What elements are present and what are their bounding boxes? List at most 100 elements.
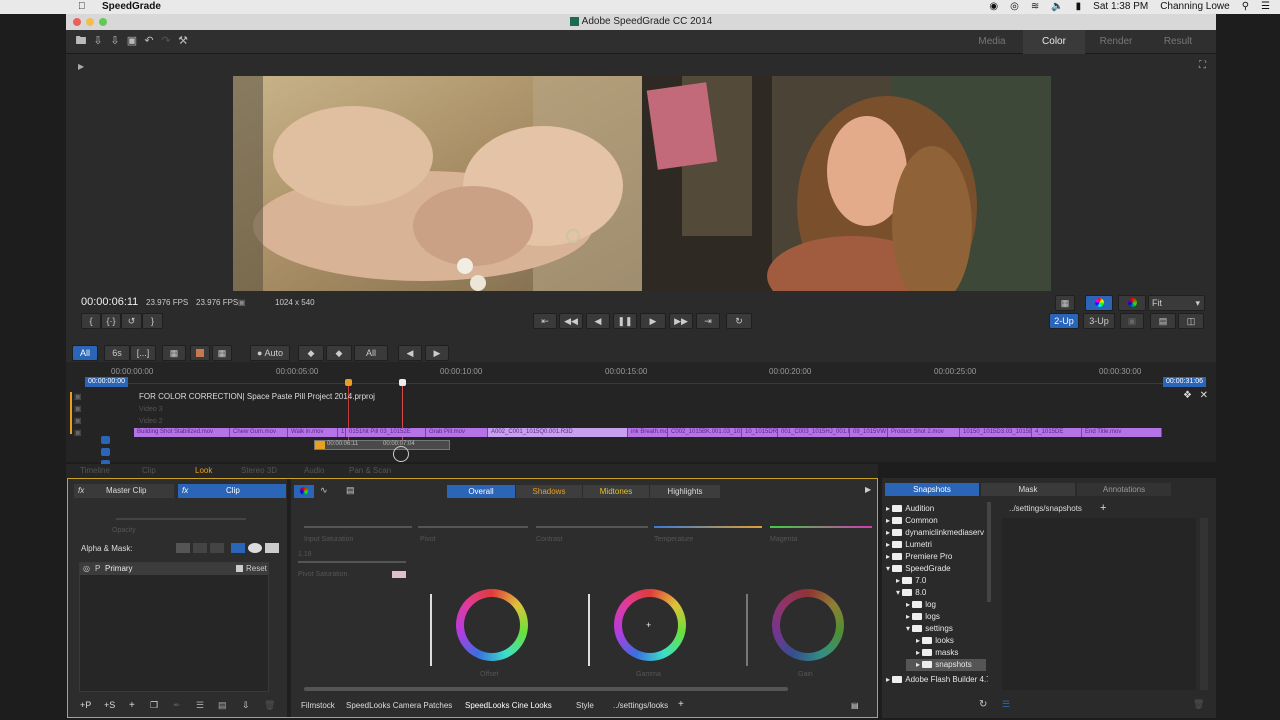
folder-item[interactable]: ▸ log [906, 599, 936, 611]
prev-key-button[interactable]: ◀ [398, 345, 422, 361]
expand-arrow-icon[interactable]: ▶ [865, 485, 871, 494]
timeline-clip[interactable]: Building Shot Stabilized.mov [134, 428, 230, 437]
timeline-clip[interactable]: 4_1015DE [1032, 428, 1082, 437]
lock-icon[interactable]: ▣ [74, 392, 82, 401]
go-to-start-button[interactable]: ⇤ [533, 313, 557, 329]
eye-icon[interactable]: ◎ [1010, 1, 1019, 12]
folder-item[interactable]: ▸ dynamiclinkmediaserv [886, 527, 984, 539]
tab-clip[interactable]: Clip [142, 466, 156, 475]
tab-snapshots[interactable]: Snapshots [885, 483, 979, 496]
clip-tab[interactable]: fx Clip [178, 484, 286, 498]
six-seconds-button[interactable]: 6s [104, 345, 130, 361]
wifi-icon[interactable]: ≋ [1031, 1, 1039, 12]
refresh-icon[interactable]: ↻ [979, 699, 987, 710]
color-swatch-button[interactable] [190, 345, 210, 361]
eye-icon[interactable] [101, 436, 110, 444]
add-layer-icon[interactable]: + [129, 700, 135, 711]
timeline-clip[interactable]: Grab Pill.mov [426, 428, 488, 437]
grid-view-button[interactable]: ▦ [162, 345, 186, 361]
lock-icon[interactable]: ▣ [74, 416, 82, 425]
tab-result[interactable]: Result [1147, 30, 1209, 54]
scope-toggle[interactable]: ▦ [1055, 295, 1075, 311]
tab-annotations[interactable]: Annotations [1077, 483, 1171, 496]
mark-in-button[interactable]: { [81, 313, 101, 329]
tab-timeline[interactable]: Timeline [80, 466, 110, 475]
range-tab-highlights[interactable]: Highlights [650, 485, 720, 498]
monitor-settings-icon[interactable]: ▣ [238, 298, 246, 307]
lock-icon[interactable]: ▣ [74, 404, 82, 413]
timeline-clip[interactable]: Walk in.mov [288, 428, 338, 437]
wrench-icon[interactable]: ⚒ [176, 35, 190, 48]
contrast-slider[interactable] [536, 526, 648, 528]
ruler-ticks[interactable] [86, 378, 1186, 384]
notification-icon[interactable]: ☰ [1261, 1, 1270, 12]
folder-item[interactable]: ▸ logs [906, 611, 940, 623]
loop-playback-button[interactable]: ↻ [726, 313, 752, 329]
mask-mode-button-active[interactable] [231, 543, 245, 553]
folder-item[interactable]: ▸ Adobe Flash Builder 4.7 [886, 674, 988, 686]
tab-pan-scan[interactable]: Pan & Scan [349, 466, 391, 475]
pivot-saturation-swatch[interactable] [392, 571, 406, 578]
pin-icon[interactable]: ❖ [1183, 390, 1192, 401]
opacity-slider[interactable] [116, 518, 246, 520]
look-tab-camera-patches[interactable]: SpeedLooks Camera Patches [346, 701, 452, 710]
timeline-clip[interactable]: 09_1015VW [850, 428, 888, 437]
look-tab-filmstock[interactable]: Filmstock [301, 701, 335, 710]
timeline-clip[interactable]: Product Shot 2.mov [888, 428, 960, 437]
timeline-clip[interactable]: A002_C001_1015Q0.001.R3D [488, 428, 628, 437]
timeline-clip[interactable]: Chew Gum.mov [230, 428, 288, 437]
split-view-button[interactable]: ▦ [212, 345, 232, 361]
pivot-saturation-slider[interactable] [298, 561, 406, 563]
gain-color-wheel[interactable] [772, 589, 844, 661]
range-tab-overall[interactable]: Overall [447, 485, 515, 498]
tab-color[interactable]: Color [1023, 30, 1085, 54]
timeline-clip[interactable]: C002_1015BK.001.03_1015HJ [668, 428, 742, 437]
offset-master-slider[interactable] [430, 594, 432, 666]
timeline-clip[interactable]: 001_C003_1015HJ_001.R3D [778, 428, 850, 437]
list-view-icon[interactable]: ☰ [1002, 699, 1010, 710]
pause-button[interactable]: ❚❚ [613, 313, 637, 329]
battery-icon[interactable]: ▮ [1076, 1, 1082, 12]
timeline-clip[interactable]: 0151hit Pill 03_10152E [346, 428, 426, 437]
loop-button[interactable]: ↺ [121, 313, 142, 329]
save-look-icon[interactable]: ⇩ [242, 700, 250, 711]
close-window-button[interactable] [73, 18, 81, 26]
reset-checkbox[interactable] [236, 565, 243, 572]
color-mode-button[interactable] [1085, 295, 1113, 311]
folder-item[interactable]: ▸ Premiere Pro [886, 551, 952, 563]
channel-mode-button[interactable] [1118, 295, 1146, 311]
save-as-icon[interactable]: ⇩ [108, 35, 122, 48]
add-key-button[interactable]: ◆ [298, 345, 324, 361]
apple-icon[interactable]:  [78, 1, 86, 12]
app-menu-name[interactable]: SpeedGrade [102, 1, 161, 12]
trash-icon[interactable]: 🗑 [264, 700, 275, 711]
timeline-clip[interactable]: ink Breath.mov [628, 428, 668, 437]
record-icon[interactable]: ◉ [989, 1, 998, 12]
input-saturation-slider[interactable] [304, 526, 412, 528]
gain-master-slider[interactable] [746, 594, 748, 666]
open-folder-icon[interactable]: 🖿 [74, 35, 88, 48]
play-reverse-button[interactable]: ◀ [586, 313, 610, 329]
folder-item[interactable]: ▾ settings [906, 623, 953, 635]
step-back-button[interactable]: ◀◀ [559, 313, 583, 329]
look-tab-settings-looks[interactable]: ../settings/looks [613, 701, 668, 710]
redo-icon[interactable]: ↷ [159, 35, 173, 48]
lock-icon[interactable]: ▣ [74, 428, 82, 437]
user-name[interactable]: Channing Lowe [1160, 1, 1230, 12]
layout-2up-button[interactable]: 2-Up [1049, 313, 1079, 329]
tab-mask[interactable]: Mask [981, 483, 1075, 496]
add-tab-icon[interactable]: + [678, 699, 684, 710]
grade-handle[interactable] [315, 441, 325, 449]
pivot-slider[interactable] [418, 526, 528, 528]
timeline-clip[interactable]: 1 [338, 428, 346, 437]
expand-arrow-icon[interactable]: ▶ [78, 62, 84, 71]
gamma-master-slider[interactable] [588, 594, 590, 666]
trash-icon[interactable]: 🗑 [1193, 699, 1204, 710]
magenta-slider[interactable] [770, 526, 872, 528]
layers-icon[interactable]: ☰ [196, 700, 204, 711]
eye-icon[interactable] [101, 448, 110, 456]
marker-handle[interactable] [345, 379, 352, 386]
layout-horizontal-button[interactable]: ▤ [1150, 313, 1176, 329]
layout-vertical-button[interactable]: ◫ [1178, 313, 1204, 329]
go-to-end-button[interactable]: ⇥ [696, 313, 720, 329]
